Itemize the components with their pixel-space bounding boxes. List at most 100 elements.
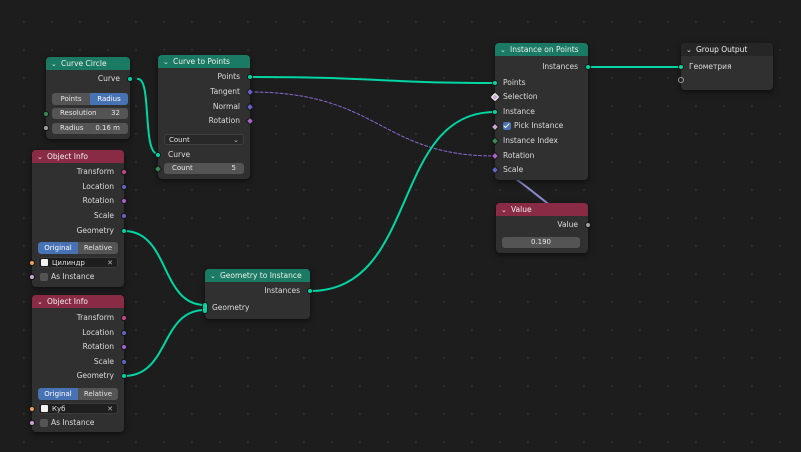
output-location-label: Location — [82, 328, 114, 337]
curve-circle-header[interactable]: ⌄ Curve Circle — [46, 57, 130, 70]
collapse-chevron-icon[interactable]: ⌄ — [51, 58, 61, 70]
input-geometry-label: Geometry — [212, 303, 250, 312]
original-button[interactable]: Original — [38, 388, 78, 400]
collapse-chevron-icon[interactable]: ⌄ — [501, 204, 511, 216]
resolution-socket[interactable] — [43, 111, 49, 117]
link-object-info-1-geometry — [123, 230, 206, 306]
output-tangent-socket[interactable] — [245, 87, 255, 97]
as-instance-checkbox[interactable] — [40, 273, 48, 281]
count-field[interactable]: Count 5 — [164, 163, 244, 174]
output-rotation-socket[interactable] — [121, 344, 127, 350]
group-output-node[interactable]: ⌄ Group Output Геометрия — [678, 43, 773, 90]
object-icon — [41, 405, 48, 412]
object-info-header[interactable]: ⌄ Object Info — [32, 150, 124, 163]
transform-space-toggle[interactable]: Original Relative — [38, 388, 118, 400]
object-name: Цилиндр — [52, 259, 85, 267]
transform-space-toggle[interactable]: Original Relative — [38, 242, 118, 254]
output-geometry-label: Geometry — [76, 371, 114, 380]
link-object-info-2-geometry — [123, 309, 206, 377]
output-transform-label: Transform — [76, 313, 114, 322]
link-instances-to-instance — [309, 111, 496, 292]
input-points-socket[interactable] — [492, 80, 498, 86]
collapse-chevron-icon[interactable]: ⌄ — [37, 296, 47, 308]
output-instances-socket[interactable] — [307, 288, 313, 294]
input-instance-socket[interactable] — [492, 109, 498, 115]
curve-to-points-node[interactable]: ⌄ Curve to Points Points Tangent Normal R… — [153, 55, 255, 179]
output-location-socket[interactable] — [121, 184, 127, 190]
input-scale-socket[interactable] — [490, 165, 500, 175]
output-rotation-socket[interactable] — [121, 198, 127, 204]
output-transform-socket[interactable] — [121, 315, 127, 321]
collapse-chevron-icon[interactable]: ⌄ — [210, 270, 220, 282]
mode-toggle[interactable]: Points Radius — [52, 93, 128, 105]
radius-field[interactable]: Radius 0.16 m — [52, 123, 128, 134]
collapse-chevron-icon[interactable]: ⌄ — [686, 44, 696, 56]
geometry-to-instance-node[interactable]: ⌄ Geometry to Instance Instances Geometry — [202, 269, 313, 319]
output-curve-socket[interactable] — [127, 76, 133, 82]
output-instances-socket[interactable] — [585, 64, 591, 70]
collapse-chevron-icon[interactable]: ⌄ — [500, 44, 510, 56]
output-scale-socket[interactable] — [121, 359, 127, 365]
instance-on-points-header[interactable]: ⌄ Instance on Points — [495, 43, 588, 56]
input-rotation-label: Rotation — [503, 151, 535, 160]
group-output-header[interactable]: ⌄ Group Output — [681, 43, 773, 56]
as-instance-checkbox[interactable] — [40, 419, 48, 427]
object-info-node-1[interactable]: ⌄ Object Info Transform Location Rotation… — [29, 150, 127, 287]
output-value-socket[interactable] — [585, 222, 591, 228]
mode-dropdown[interactable]: Count ⌄ — [164, 134, 244, 145]
instance-on-points-node[interactable]: ⌄ Instance on Points Instances Points Sel… — [490, 43, 591, 180]
output-geometry-socket[interactable] — [121, 228, 127, 234]
value-node[interactable]: ⌄ Value Value 0.190 — [496, 203, 591, 253]
output-transform-socket[interactable] — [121, 169, 127, 175]
clear-icon[interactable]: ✕ — [107, 258, 113, 269]
empty-input-socket[interactable] — [678, 77, 684, 83]
pick-instance-checkbox[interactable] — [503, 122, 511, 130]
geometry-to-instance-header[interactable]: ⌄ Geometry to Instance — [205, 269, 310, 282]
output-points-socket[interactable] — [247, 74, 253, 80]
original-button[interactable]: Original — [38, 242, 78, 254]
output-geometry-label: Geometry — [76, 226, 114, 235]
count-label: Count — [172, 164, 193, 172]
input-instance-index-socket[interactable] — [490, 136, 500, 146]
input-geometry-socket[interactable] — [678, 64, 684, 70]
curve-circle-node[interactable]: ⌄ Curve Circle Curve Points Radius Resolu… — [43, 57, 133, 139]
curve-to-points-header[interactable]: ⌄ Curve to Points — [158, 55, 250, 68]
as-instance-socket[interactable] — [29, 274, 35, 280]
output-points-label: Points — [217, 72, 240, 81]
output-scale-socket[interactable] — [121, 213, 127, 219]
input-selection-socket[interactable] — [490, 92, 500, 102]
input-rotation-socket[interactable] — [490, 151, 500, 161]
input-curve-socket[interactable] — [155, 152, 161, 158]
radius-socket[interactable] — [43, 125, 49, 131]
link-curve-circle-to-curve-to-points — [137, 78, 159, 155]
object-info-header[interactable]: ⌄ Object Info — [32, 295, 124, 308]
value-field[interactable]: 0.190 — [502, 237, 580, 248]
relative-button[interactable]: Relative — [78, 242, 118, 254]
relative-button[interactable]: Relative — [78, 388, 118, 400]
object-info-node-2[interactable]: ⌄ Object Info Transform Location Rotation… — [29, 295, 127, 432]
output-geometry-socket[interactable] — [121, 373, 127, 379]
output-rotation-socket[interactable] — [245, 116, 255, 126]
input-points-label: Points — [503, 78, 526, 87]
object-field[interactable]: Цилиндр ✕ — [38, 257, 118, 268]
mode-points-button[interactable]: Points — [52, 93, 90, 105]
node-title: Instance on Points — [510, 45, 579, 54]
collapse-chevron-icon[interactable]: ⌄ — [37, 151, 47, 163]
value-header[interactable]: ⌄ Value — [496, 203, 588, 216]
input-geometry-multi-socket[interactable] — [202, 302, 208, 314]
count-socket[interactable] — [153, 164, 163, 174]
output-location-socket[interactable] — [121, 330, 127, 336]
collapse-chevron-icon[interactable]: ⌄ — [163, 56, 173, 68]
object-socket[interactable] — [29, 406, 35, 412]
chevron-down-icon: ⌄ — [233, 136, 239, 144]
output-instances-label: Instances — [542, 62, 578, 71]
clear-icon[interactable]: ✕ — [107, 404, 113, 415]
output-normal-socket[interactable] — [245, 102, 255, 112]
input-geometry-label: Геометрия — [689, 62, 732, 71]
as-instance-socket[interactable] — [29, 420, 35, 426]
object-field[interactable]: Куб ✕ — [38, 403, 118, 414]
pick-instance-socket[interactable] — [490, 122, 500, 132]
mode-radius-button[interactable]: Radius — [90, 93, 128, 105]
object-socket[interactable] — [29, 260, 35, 266]
resolution-field[interactable]: Resolution 32 — [52, 108, 128, 119]
